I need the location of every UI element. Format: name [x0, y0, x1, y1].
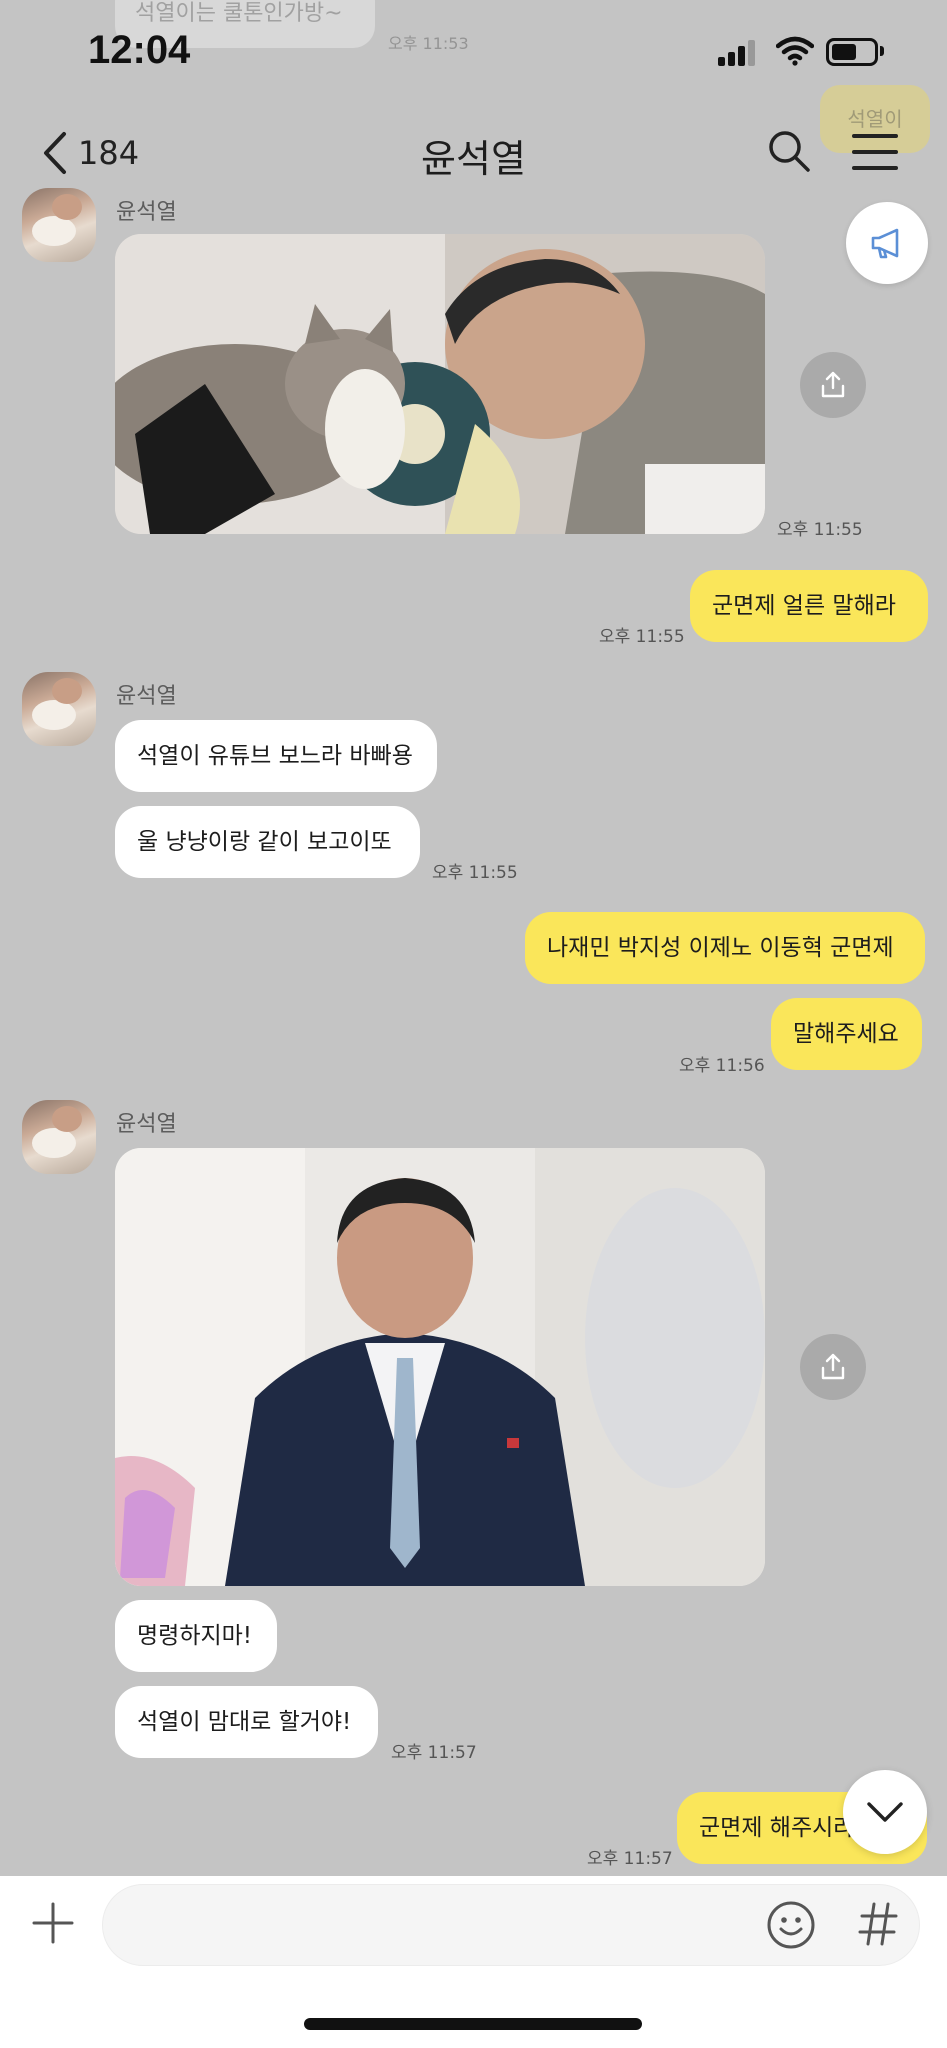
- share-icon: [821, 371, 845, 398]
- shared-photo[interactable]: [115, 1148, 765, 1586]
- share-button[interactable]: [800, 352, 866, 418]
- message-time: 오후 11:56: [679, 1056, 765, 1076]
- battery-icon: [826, 38, 878, 66]
- plus-icon[interactable]: [32, 1902, 74, 1944]
- message-time: 오후 11:55: [599, 627, 685, 647]
- message-time: 오후 11:55: [777, 520, 863, 540]
- status-bar-time: 12:04: [88, 28, 191, 72]
- their-message-bubble[interactable]: 석열이 유튜브 보느라 바빠용: [115, 720, 437, 792]
- avatar[interactable]: [22, 672, 96, 746]
- sender-name: 윤석열: [116, 684, 177, 709]
- shared-photo[interactable]: [115, 234, 765, 534]
- chevron-down-icon: [867, 1802, 903, 1822]
- menu-icon[interactable]: [852, 134, 898, 170]
- cellular-signal-icon: [718, 40, 756, 66]
- message-time: 오후 11:57: [587, 1849, 673, 1869]
- message-time: 오후 11:55: [432, 863, 518, 883]
- unread-count[interactable]: 184: [78, 134, 139, 172]
- back-icon[interactable]: [40, 130, 70, 176]
- their-message-bubble[interactable]: 울 냥냥이랑 같이 보고이또: [115, 806, 420, 878]
- faded-message-time: 오후 11:53: [388, 34, 469, 53]
- my-message-bubble[interactable]: 나재민 박지성 이제노 이동혁 군면제: [525, 912, 925, 984]
- home-indicator: [304, 2018, 642, 2030]
- notice-button[interactable]: [846, 202, 928, 284]
- photo-man-in-suit: [115, 1148, 765, 1586]
- share-icon: [821, 1353, 845, 1380]
- share-button[interactable]: [800, 1334, 866, 1400]
- hashtag-icon[interactable]: [858, 1900, 898, 1948]
- avatar[interactable]: [22, 1100, 96, 1174]
- my-message-bubble[interactable]: 말해주세요: [771, 998, 922, 1070]
- their-message-bubble[interactable]: 명령하지마!: [115, 1600, 277, 1672]
- scroll-to-bottom-button[interactable]: [843, 1770, 927, 1854]
- sender-name: 윤석열: [116, 200, 177, 225]
- wifi-icon: [776, 36, 814, 66]
- megaphone-icon: [871, 228, 899, 259]
- photo-man-with-cat: [115, 234, 765, 534]
- my-message-bubble[interactable]: 군면제 얼른 말해라: [690, 570, 928, 642]
- battery-tip: [880, 46, 884, 56]
- avatar[interactable]: [22, 188, 96, 262]
- their-message-bubble[interactable]: 석열이 맘대로 할거야!: [115, 1686, 378, 1758]
- search-icon[interactable]: [766, 128, 812, 174]
- message-time: 오후 11:57: [391, 1743, 477, 1763]
- sender-name: 윤석열: [116, 1112, 177, 1137]
- emoji-icon[interactable]: [766, 1900, 816, 1950]
- chat-title[interactable]: 윤석열: [421, 137, 526, 181]
